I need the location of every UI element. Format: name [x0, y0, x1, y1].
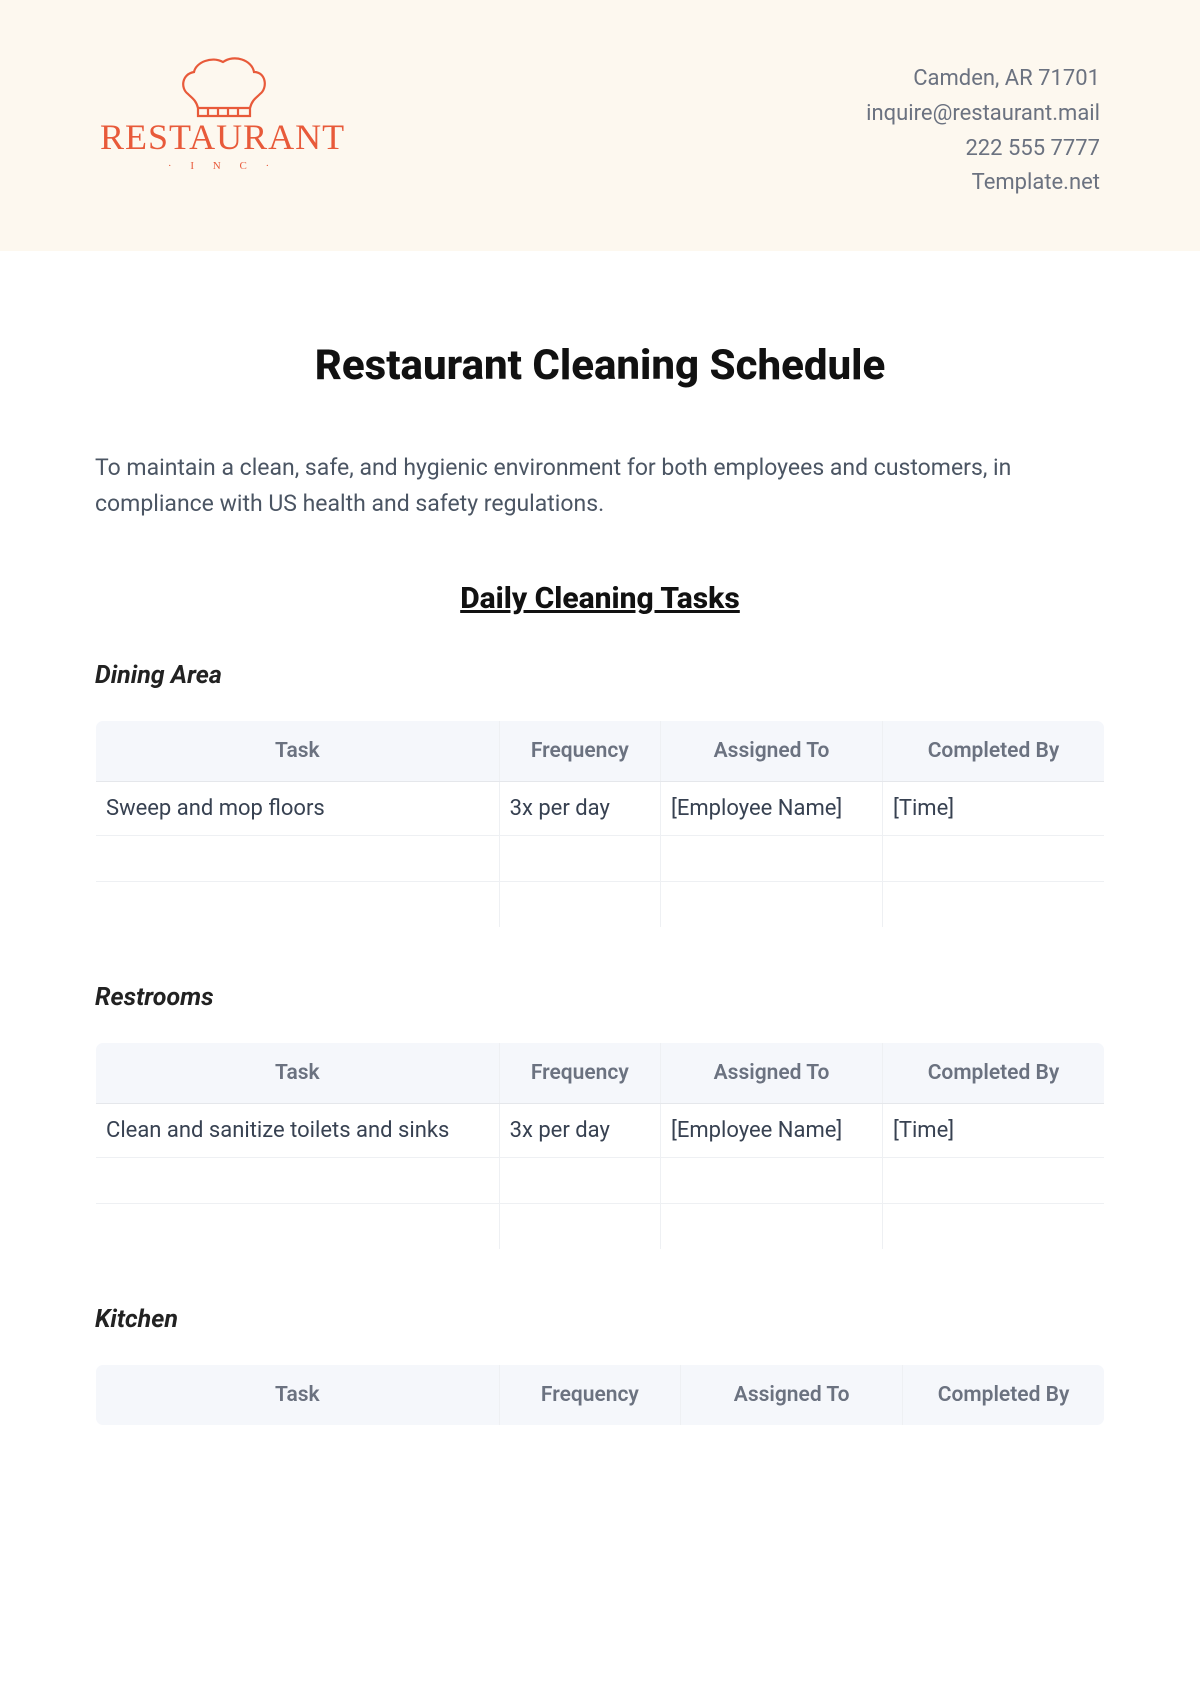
cell-assigned [661, 1204, 883, 1250]
logo-subtext: · I N C · [168, 160, 277, 172]
table-row [96, 1204, 1105, 1250]
cell-frequency: 3x per day [499, 782, 660, 836]
subheading-dining: Dining Area [95, 661, 1105, 690]
cell-completed [883, 1158, 1105, 1204]
cell-task: Clean and sanitize toilets and sinks [96, 1104, 500, 1158]
contact-phone: 222 555 7777 [866, 132, 1100, 167]
table-kitchen: Task Frequency Assigned To Completed By [95, 1364, 1105, 1426]
subheading-kitchen: Kitchen [95, 1305, 1105, 1334]
table-restrooms: Task Frequency Assigned To Completed By … [95, 1042, 1105, 1250]
cell-completed [883, 882, 1105, 928]
section-heading-daily: Daily Cleaning Tasks [95, 581, 1105, 616]
cell-completed [883, 836, 1105, 882]
contact-address: Camden, AR 71701 [866, 62, 1100, 97]
document-content: Restaurant Cleaning Schedule To maintain… [0, 251, 1200, 1466]
contact-block: Camden, AR 71701 inquire@restaurant.mail… [866, 50, 1100, 201]
col-frequency: Frequency [499, 1043, 660, 1104]
cell-task [96, 1158, 500, 1204]
col-assigned: Assigned To [661, 721, 883, 782]
col-task: Task [96, 721, 500, 782]
cell-frequency: 3x per day [499, 1104, 660, 1158]
cell-assigned: [Employee Name] [661, 1104, 883, 1158]
intro-paragraph: To maintain a clean, safe, and hygienic … [95, 450, 1105, 521]
table-header-row: Task Frequency Assigned To Completed By [96, 721, 1105, 782]
cell-assigned: [Employee Name] [661, 782, 883, 836]
cell-completed: [Time] [883, 1104, 1105, 1158]
table-dining: Task Frequency Assigned To Completed By … [95, 720, 1105, 928]
page-title: Restaurant Cleaning Schedule [95, 341, 1105, 390]
col-completed: Completed By [883, 721, 1105, 782]
table-row [96, 882, 1105, 928]
cell-frequency [499, 882, 660, 928]
col-completed: Completed By [903, 1365, 1105, 1426]
cell-task [96, 882, 500, 928]
table-header-row: Task Frequency Assigned To Completed By [96, 1043, 1105, 1104]
cell-task: Sweep and mop floors [96, 782, 500, 836]
header-banner: RESTAURANT · I N C · Camden, AR 71701 in… [0, 0, 1200, 251]
col-task: Task [96, 1043, 500, 1104]
col-completed: Completed By [883, 1043, 1105, 1104]
cell-frequency [499, 836, 660, 882]
logo: RESTAURANT · I N C · [100, 50, 345, 172]
table-row: Clean and sanitize toilets and sinks 3x … [96, 1104, 1105, 1158]
col-task: Task [96, 1365, 500, 1426]
table-row: Sweep and mop floors 3x per day [Employe… [96, 782, 1105, 836]
cell-assigned [661, 882, 883, 928]
chef-hat-icon [168, 50, 278, 120]
col-assigned: Assigned To [661, 1043, 883, 1104]
cell-completed [883, 1204, 1105, 1250]
table-row [96, 836, 1105, 882]
cell-frequency [499, 1204, 660, 1250]
table-header-row: Task Frequency Assigned To Completed By [96, 1365, 1105, 1426]
subheading-restrooms: Restrooms [95, 983, 1105, 1012]
cell-assigned [661, 1158, 883, 1204]
table-row [96, 1158, 1105, 1204]
cell-frequency [499, 1158, 660, 1204]
logo-text: RESTAURANT [100, 116, 345, 158]
col-frequency: Frequency [499, 721, 660, 782]
contact-site: Template.net [866, 166, 1100, 201]
col-assigned: Assigned To [681, 1365, 903, 1426]
cell-task [96, 836, 500, 882]
contact-email: inquire@restaurant.mail [866, 97, 1100, 132]
cell-completed: [Time] [883, 782, 1105, 836]
cell-task [96, 1204, 500, 1250]
cell-assigned [661, 836, 883, 882]
col-frequency: Frequency [499, 1365, 681, 1426]
